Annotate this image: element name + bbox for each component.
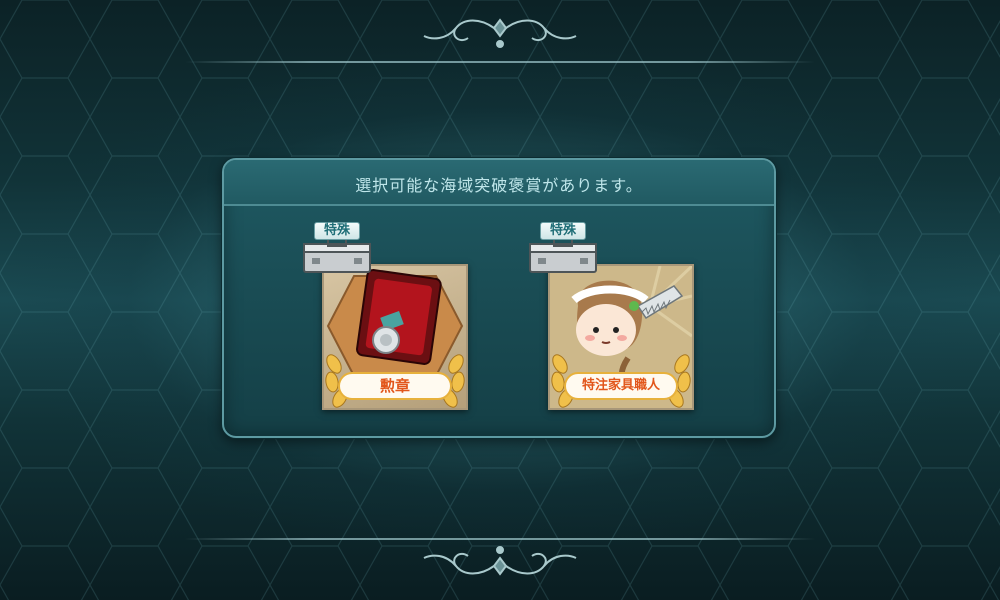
reward-name: 特注家具職人	[564, 372, 678, 400]
special-badge: 特殊	[300, 222, 376, 274]
dialog-message: 選択可能な海域突破褒賞があります。	[355, 176, 643, 195]
reward-card-medal[interactable]: 勲章	[322, 264, 468, 410]
bottom-ornament-icon	[423, 546, 577, 576]
special-badge-label: 特殊	[314, 222, 360, 240]
dialog-header: 選択可能な海域突破褒賞があります。	[224, 160, 774, 206]
toolbox-icon	[303, 237, 371, 273]
reward-name: 勲章	[338, 372, 452, 400]
top-divider-line	[185, 61, 815, 63]
toolbox-icon	[529, 237, 597, 273]
special-badge-label: 特殊	[540, 222, 586, 240]
special-badge: 特殊	[526, 222, 602, 274]
top-ornament-icon	[423, 18, 577, 48]
reward-card-furniture-craftsman[interactable]: 特注家具職人	[548, 264, 694, 410]
